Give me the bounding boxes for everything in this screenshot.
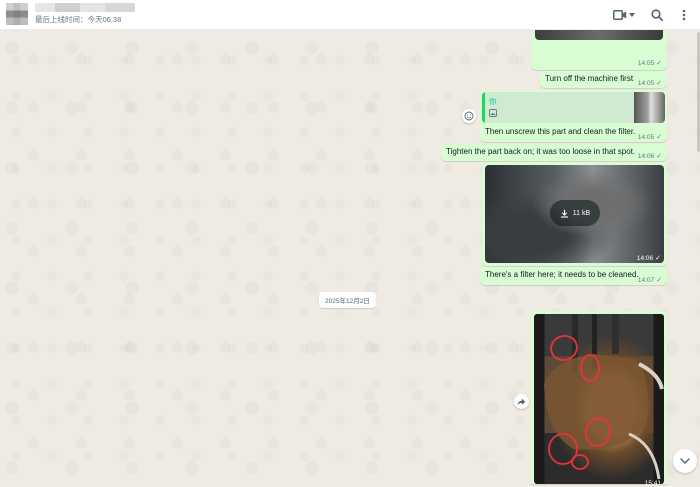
sent-check-icon: ✓: [656, 277, 662, 284]
message-text: There's a filter here; it needs to be cl…: [485, 270, 639, 279]
message-meta: 14:05 ✓: [637, 133, 662, 142]
smiley-icon: [464, 111, 474, 121]
sent-check-icon: ✓: [656, 134, 662, 141]
last-seen-status: 最后上线时间：今天06:38: [35, 15, 122, 24]
forward-icon: [517, 398, 526, 405]
message-meta: 14:05 ✓: [637, 59, 662, 68]
download-size: 11 kB: [572, 209, 591, 217]
message-text: Tighten the part back on; it was too loo…: [446, 147, 636, 156]
message-meta: 14:06 ✓: [636, 254, 661, 263]
machine-photo[interactable]: [534, 314, 664, 484]
forward-button[interactable]: [514, 394, 529, 409]
message-meta: 14:06 ✓: [637, 152, 662, 161]
chevron-down-icon[interactable]: [627, 7, 637, 23]
photo-icon: [489, 109, 497, 117]
download-button[interactable]: 11 kB: [550, 200, 600, 226]
message-text: Then unscrew this part and clean the fil…: [485, 127, 636, 136]
quote-author: 你: [489, 97, 497, 106]
video-call-icon[interactable]: [612, 7, 628, 23]
message-time: 14:06: [637, 152, 655, 160]
quoted-message[interactable]: 你: [482, 92, 665, 123]
image-thumbnail[interactable]: [535, 30, 663, 40]
message-bubble[interactable]: There's a filter here; it needs to be cl…: [480, 267, 667, 285]
emoji-reaction-button[interactable]: [462, 109, 476, 123]
message-bubble[interactable]: Turn off the machine first 14:05 ✓: [540, 71, 667, 88]
photo-annotations: [544, 314, 664, 480]
message-time: 14:05: [637, 79, 655, 87]
message-image-bubble[interactable]: 14:05 ✓: [531, 30, 667, 70]
search-icon[interactable]: [649, 7, 665, 23]
message-time: 14:06: [636, 254, 654, 262]
date-separator: 2025年12月2日: [319, 292, 376, 308]
quote-thumbnail: [634, 92, 665, 123]
contact-name-redacted[interactable]: [35, 3, 135, 12]
message-image-bubble[interactable]: 11 kB 14:06 ✓: [482, 162, 667, 266]
chat-header: 最后上线时间：今天06:38: [0, 0, 700, 30]
message-text: Turn off the machine first: [545, 74, 634, 83]
sent-check-icon: ✓: [656, 153, 662, 160]
message-time: 14:05: [637, 133, 655, 141]
sent-check-icon: ✓: [655, 255, 661, 262]
avatar[interactable]: [6, 3, 28, 25]
sent-check-icon: ✓: [656, 60, 662, 67]
sent-check-icon: ✓: [656, 80, 662, 87]
message-time: 14:07: [637, 276, 655, 284]
message-image-bubble[interactable]: 15:41: [531, 311, 667, 487]
message-time: 14:05: [637, 59, 655, 67]
scroll-to-bottom-button[interactable]: [673, 449, 697, 473]
message-bubble[interactable]: Tighten the part back on; it was too loo…: [441, 144, 667, 161]
chevron-down-icon: [680, 458, 690, 464]
menu-icon[interactable]: [676, 7, 692, 23]
message-meta: 14:07 ✓: [637, 276, 662, 285]
download-icon: [560, 209, 568, 218]
message-meta: 14:05 ✓: [637, 79, 662, 88]
quote-bar: [482, 92, 485, 123]
message-reply-bubble[interactable]: 你 Then unscrew this part and clean the f…: [480, 90, 667, 142]
